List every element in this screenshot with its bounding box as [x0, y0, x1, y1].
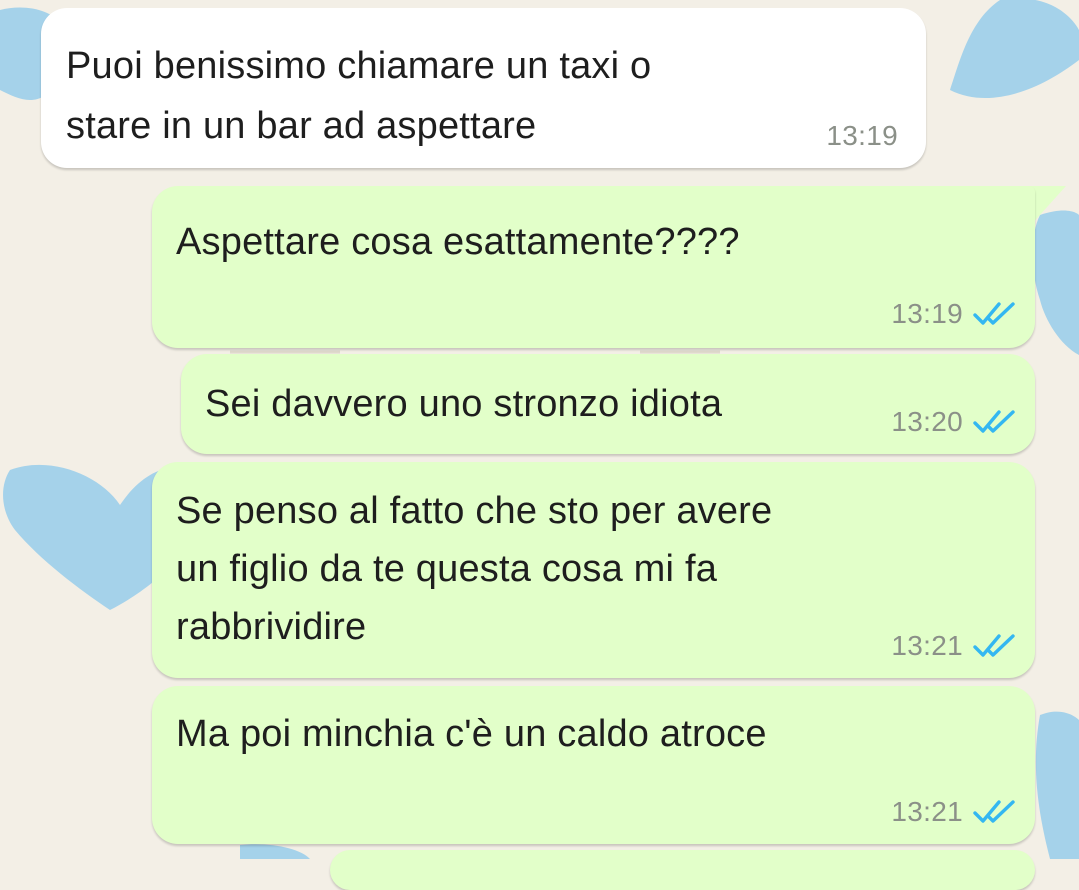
message-time: 13:19 [826, 120, 898, 152]
message-bubble-outgoing[interactable]: Se penso al fatto che sto per avere un f… [152, 462, 1035, 678]
message-meta: 13:21 [891, 796, 1017, 828]
double-check-icon [973, 409, 1017, 435]
double-check-icon [973, 633, 1017, 659]
message-bubble-outgoing[interactable]: Sei davvero uno stronzo idiota 13:20 [181, 354, 1035, 454]
message-time: 13:19 [891, 298, 963, 330]
message-time: 13:21 [891, 796, 963, 828]
message-text: Sei davvero uno stronzo idiota [205, 374, 845, 434]
message-meta: 13:19 [826, 120, 898, 152]
message-meta: 13:19 [891, 298, 1017, 330]
message-bubble-incoming[interactable]: Puoi benissimo chiamare un taxi o stare … [41, 8, 926, 168]
message-text: Aspettare cosa esattamente???? [176, 212, 976, 272]
message-text: Ma poi minchia c'è un caldo atroce [176, 704, 976, 764]
message-time: 13:20 [891, 406, 963, 438]
message-meta: 13:20 [891, 406, 1017, 438]
message-bubble-outgoing[interactable]: Aspettare cosa esattamente???? 13:19 [152, 186, 1035, 348]
message-bubble-outgoing-partial[interactable] [330, 850, 1035, 890]
message-text: Se penso al fatto che sto per avere un f… [176, 482, 976, 656]
message-bubble-outgoing[interactable]: Ma poi minchia c'è un caldo atroce 13:21 [152, 686, 1035, 844]
double-check-icon [973, 301, 1017, 327]
message-text: Puoi benissimo chiamare un taxi o stare … [66, 36, 886, 156]
message-meta: 13:21 [891, 630, 1017, 662]
message-time: 13:21 [891, 630, 963, 662]
double-check-icon [973, 799, 1017, 825]
